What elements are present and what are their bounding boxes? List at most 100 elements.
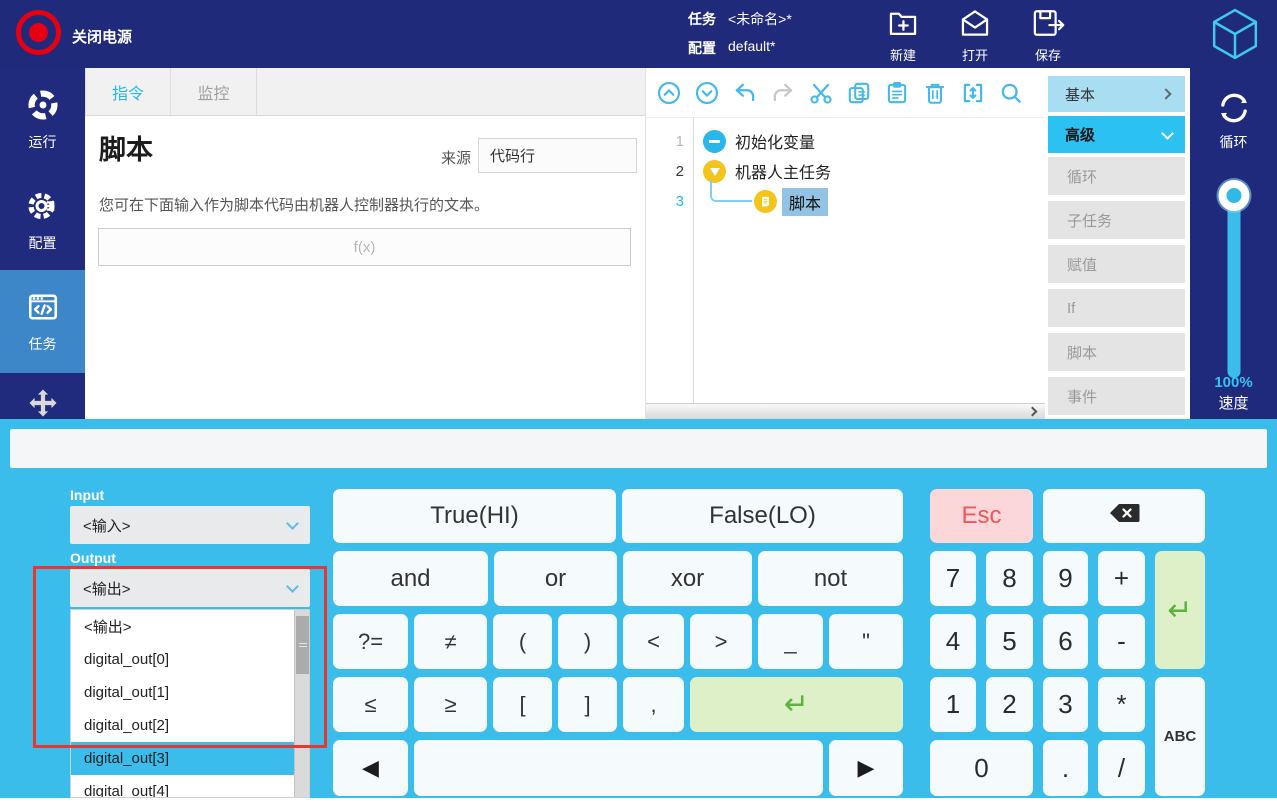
open-task-button[interactable]: 打开 bbox=[958, 6, 992, 64]
minus-circle-icon[interactable] bbox=[703, 129, 726, 153]
key-esc[interactable]: Esc bbox=[930, 489, 1033, 543]
key-enter-wide[interactable]: ↵ bbox=[690, 677, 903, 732]
sidebar-item-move[interactable] bbox=[0, 373, 85, 419]
key-abc[interactable]: ABC bbox=[1155, 677, 1205, 796]
key-bracket-open[interactable]: [ bbox=[493, 677, 552, 732]
key-enter[interactable]: ↵ bbox=[1155, 551, 1205, 669]
tab-monitor[interactable]: 监控 bbox=[171, 68, 257, 115]
group-advanced[interactable]: 高级 bbox=[1048, 116, 1185, 153]
key-cursor-right[interactable]: ▶ bbox=[829, 740, 903, 796]
task-label: 任务 bbox=[688, 11, 716, 27]
scrollbar-thumb[interactable] bbox=[296, 616, 309, 674]
key-6[interactable]: 6 bbox=[1043, 614, 1088, 669]
expression-field[interactable]: f(x) bbox=[98, 228, 631, 266]
key-and[interactable]: and bbox=[333, 551, 488, 606]
collapse-down-icon[interactable] bbox=[693, 79, 720, 106]
source-select[interactable]: 代码行 bbox=[478, 138, 637, 173]
key-greater-equal[interactable]: ≥ bbox=[414, 677, 487, 732]
command-item-subtask[interactable]: 子任务 bbox=[1048, 201, 1185, 239]
program-tree-panel: 1 初始化变量 2 机器人主任务 3 脚本 bbox=[645, 68, 1055, 419]
key-slash[interactable]: / bbox=[1098, 740, 1145, 796]
save-task-button[interactable]: 保存 bbox=[1030, 6, 1066, 64]
key-xor[interactable]: xor bbox=[623, 551, 752, 606]
speed-slider-handle[interactable] bbox=[1218, 180, 1249, 211]
speed-slider-track[interactable] bbox=[1227, 193, 1240, 378]
key-cursor-left[interactable]: ◀ bbox=[333, 740, 408, 796]
key-0[interactable]: 0 bbox=[930, 740, 1033, 796]
key-not[interactable]: not bbox=[758, 551, 903, 606]
sidebar-item-run[interactable]: 运行 bbox=[0, 68, 85, 170]
output-select[interactable]: <输出> bbox=[70, 569, 310, 607]
chevron-down-icon bbox=[286, 517, 299, 530]
key-3[interactable]: 3 bbox=[1043, 677, 1088, 732]
sidebar-item-config[interactable]: 配置 bbox=[0, 170, 85, 270]
dropdown-scrollbar[interactable] bbox=[294, 610, 309, 797]
group-basic[interactable]: 基本 bbox=[1048, 76, 1185, 112]
dropdown-item[interactable]: digital_out[2] bbox=[71, 709, 309, 742]
save-task-label: 保存 bbox=[1034, 48, 1061, 63]
cut-icon[interactable] bbox=[807, 79, 834, 106]
key-plus[interactable]: + bbox=[1098, 551, 1145, 606]
input-select[interactable]: <输入> bbox=[70, 506, 310, 544]
key-9[interactable]: 9 bbox=[1043, 551, 1088, 606]
tree-row-label: 初始化变量 bbox=[735, 135, 816, 152]
collapse-up-icon[interactable] bbox=[655, 79, 682, 106]
key-minus[interactable]: - bbox=[1098, 614, 1145, 669]
undo-icon[interactable] bbox=[731, 79, 758, 106]
run-icon bbox=[25, 87, 61, 126]
key-5[interactable]: 5 bbox=[986, 614, 1033, 669]
key-comma[interactable]: , bbox=[623, 677, 684, 732]
new-task-button[interactable]: 新建 bbox=[886, 6, 920, 64]
key-underscore[interactable]: _ bbox=[758, 614, 823, 669]
key-or[interactable]: or bbox=[494, 551, 617, 606]
tree-row-script[interactable]: 3 脚本 bbox=[646, 186, 1054, 217]
tree-row-init-vars[interactable]: 1 初始化变量 bbox=[646, 126, 1054, 156]
tab-instruction[interactable]: 指令 bbox=[85, 68, 171, 115]
paste-icon[interactable] bbox=[883, 79, 910, 106]
command-item-script[interactable]: 脚本 bbox=[1048, 333, 1185, 371]
key-asterisk[interactable]: * bbox=[1098, 677, 1145, 732]
key-false-lo[interactable]: False(LO) bbox=[622, 489, 903, 543]
key-paren-close[interactable]: ) bbox=[558, 614, 617, 669]
dropdown-item-selected[interactable]: digital_out[3] bbox=[71, 742, 309, 775]
sidebar-config-label: 配置 bbox=[28, 234, 57, 251]
command-item-loop[interactable]: 循环 bbox=[1048, 157, 1185, 195]
key-8[interactable]: 8 bbox=[986, 551, 1033, 606]
command-item-event[interactable]: 事件 bbox=[1048, 377, 1185, 415]
expression-input[interactable] bbox=[10, 429, 1267, 468]
key-7[interactable]: 7 bbox=[930, 551, 976, 606]
tree-toolbar bbox=[646, 68, 1054, 118]
key-space[interactable] bbox=[414, 740, 823, 796]
key-less-than[interactable]: < bbox=[623, 614, 684, 669]
key-true-hi[interactable]: True(HI) bbox=[333, 489, 616, 543]
key-not-equal[interactable]: ≠ bbox=[414, 614, 487, 669]
insert-lines-icon[interactable] bbox=[959, 79, 986, 106]
key-less-equal[interactable]: ≤ bbox=[333, 677, 408, 732]
key-assign-query[interactable]: ?= bbox=[333, 614, 408, 669]
key-backspace[interactable] bbox=[1043, 489, 1205, 543]
tree-row-main-task[interactable]: 2 机器人主任务 bbox=[646, 156, 1054, 186]
delete-icon[interactable] bbox=[921, 79, 948, 106]
command-item-assign[interactable]: 赋值 bbox=[1048, 245, 1185, 283]
copy-icon[interactable] bbox=[845, 79, 872, 106]
power-button[interactable] bbox=[16, 10, 61, 55]
dropdown-item[interactable]: digital_out[1] bbox=[71, 676, 309, 709]
chevron-down-icon bbox=[286, 580, 299, 593]
search-icon[interactable] bbox=[997, 79, 1024, 106]
loop-icon[interactable] bbox=[1190, 88, 1277, 128]
key-bracket-close[interactable]: ] bbox=[558, 677, 617, 732]
dropdown-item[interactable]: digital_out[4] bbox=[71, 775, 309, 797]
key-1[interactable]: 1 bbox=[930, 677, 976, 732]
command-item-if[interactable]: If bbox=[1048, 289, 1185, 327]
horizontal-scrollbar[interactable] bbox=[646, 403, 1054, 419]
key-paren-open[interactable]: ( bbox=[493, 614, 552, 669]
key-4[interactable]: 4 bbox=[930, 614, 976, 669]
key-dot[interactable]: . bbox=[1043, 740, 1088, 796]
key-quote[interactable]: " bbox=[829, 614, 903, 669]
key-2[interactable]: 2 bbox=[986, 677, 1033, 732]
sidebar-item-task[interactable]: 任务 bbox=[0, 270, 85, 373]
key-greater-than[interactable]: > bbox=[690, 614, 752, 669]
dropdown-item[interactable]: <输出> bbox=[71, 610, 309, 643]
dropdown-item[interactable]: digital_out[0] bbox=[71, 643, 309, 676]
redo-icon[interactable] bbox=[769, 79, 796, 106]
